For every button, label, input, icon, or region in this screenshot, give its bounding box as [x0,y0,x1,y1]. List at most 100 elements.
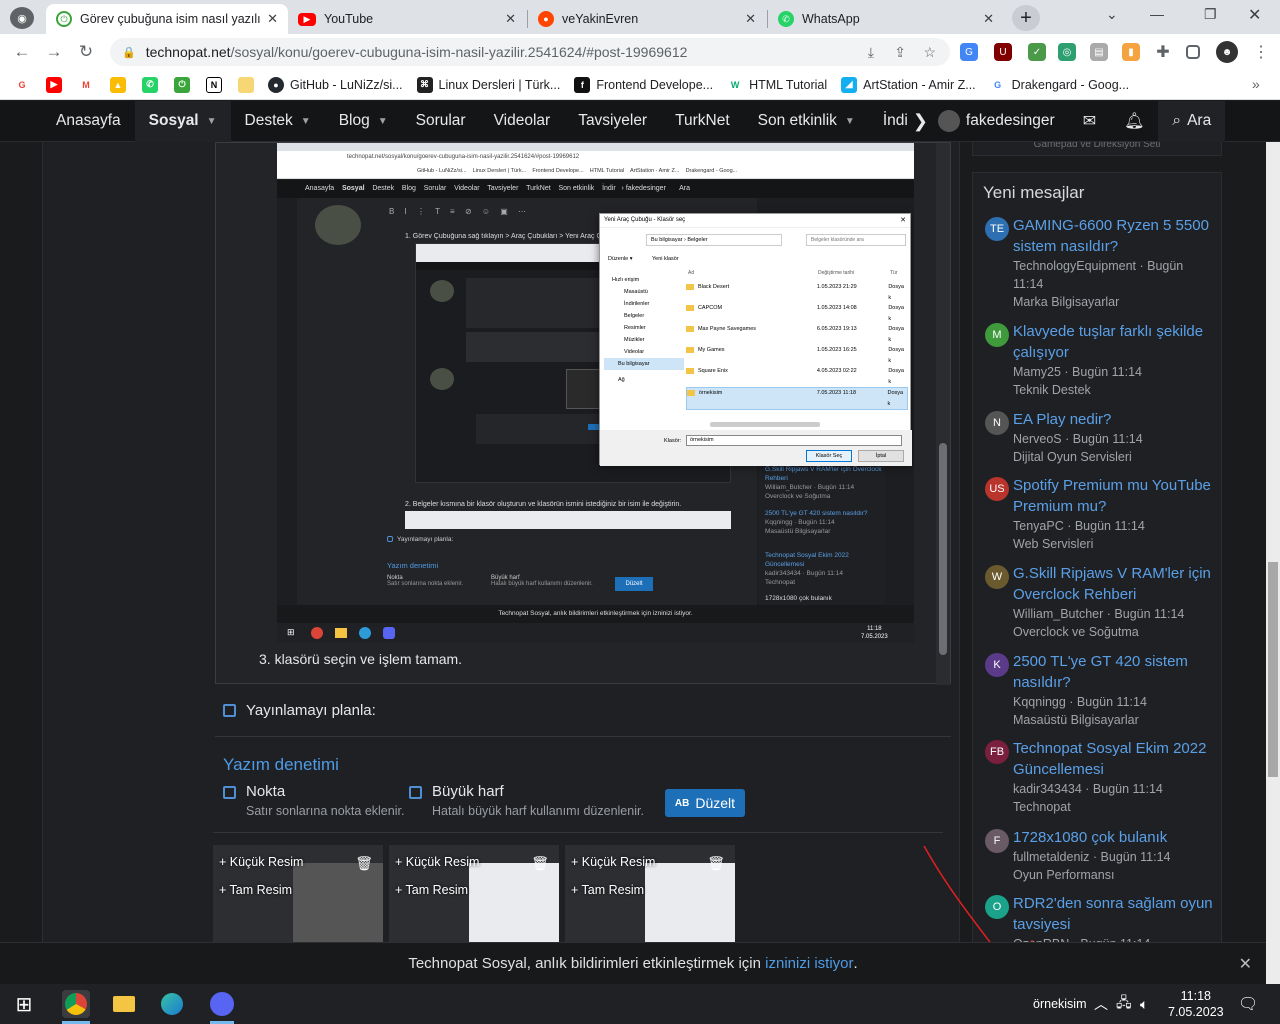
file-explorer-icon[interactable] [110,990,138,1018]
nav-sorular[interactable]: Sorular [402,101,480,142]
message-forum[interactable]: Dijital Oyun Servisleri [1013,448,1217,466]
user-menu[interactable]: fakedesinger [934,101,1069,142]
technopat-icon[interactable]: ⏻ [174,76,190,93]
horizontal-scrollbar[interactable] [710,422,820,427]
fix-button[interactable]: AB Düzelt [665,789,745,817]
tab-list-chevron-icon[interactable]: ⌄ [1106,6,1118,23]
new-tab-button[interactable]: + [1012,5,1040,31]
avatar[interactable]: M [985,323,1009,347]
nav-tavsiyeler[interactable]: Tavsiyeler [564,101,661,142]
bookmark-linux[interactable]: ⌘ Linux Dersleri | Türk... [416,76,560,93]
message-title[interactable]: 2500 TL'ye GT 420 sistem nasıldır? [1013,651,1217,693]
tab-whatsapp[interactable]: ✆ WhatsApp ✕ [768,4,1004,34]
insert-full-button[interactable]: + Tam Resim [571,883,644,897]
message-forum[interactable]: Marka Bilgisayarlar [1013,293,1217,311]
nav-destek[interactable]: Destek ▼ [231,101,325,142]
messages-icon[interactable]: ✉ [1069,101,1110,142]
trash-extension-icon[interactable]: ▮ [1122,43,1140,61]
insert-full-button[interactable]: + Tam Resim [395,883,468,897]
close-tab-icon[interactable]: ✕ [505,11,516,27]
tab-reddit[interactable]: ● veYakinEvren ✕ [528,4,766,34]
new-message-item[interactable]: M Klavyede tuşlar farklı şekilde çalışıyo… [985,321,1217,399]
reload-button[interactable]: ↻ [70,38,102,66]
message-title[interactable]: Technopat Sosyal Ekim 2022 Güncellemesi [1013,738,1217,780]
message-title[interactable]: G.Skill Ripjaws V RAM'ler için Overclock… [1013,563,1217,605]
new-message-item[interactable]: N EA Play nedir? NerveoS · Bugün 11:14 Diji… [985,409,1217,466]
nav-son-etkinlik[interactable]: Son etkinlik ▼ [744,101,869,142]
dialog-path[interactable]: Bu bilgisayar › Belgeler [646,234,782,246]
tab-youtube[interactable]: ▶ YouTube ✕ [288,4,526,34]
list-item[interactable]: Black Desert 1.05.2023 21:29 Dosya k [686,282,908,303]
message-title[interactable]: EA Play nedir? [1013,409,1217,430]
clock[interactable]: 11:18 7.05.2023 [1168,984,1224,1024]
list-item[interactable]: örnekisim 7.05.2023 11:18 Dosya k [686,387,908,410]
close-icon[interactable]: ✕ [1239,954,1252,974]
nav-indir[interactable]: İndir [869,101,907,142]
forward-button[interactable]: → [38,38,70,66]
chevron-down-icon[interactable]: ▼ [207,116,217,127]
nav-scroll-right-icon[interactable]: ❯ [907,111,934,132]
message-forum[interactable]: Technopat [1013,798,1217,816]
gmail-icon[interactable]: M [78,76,94,93]
bookmark-html-tutorial[interactable]: W HTML Tutorial [727,76,827,93]
message-forum[interactable]: Overclock ve Soğutma [1013,623,1217,641]
organize-button[interactable]: Düzenle ▾ [608,256,632,262]
cancel-button[interactable]: İptal [858,450,904,462]
menu-kebab-icon[interactable]: ⋮ [1252,43,1270,61]
notion-icon[interactable]: N [206,76,222,93]
windows-start-icon[interactable]: ⊞ [10,990,38,1018]
avatar[interactable]: TE [985,217,1009,241]
chevron-down-icon[interactable]: ▼ [378,116,388,127]
insert-thumbnail-button[interactable]: + Küçük Resim [219,855,303,869]
list-item[interactable]: Square Enix 4.05.2023 02:22 Dosya k [686,366,908,387]
whatsapp-icon[interactable]: ✆ [142,76,158,93]
close-tab-icon[interactable]: ✕ [745,11,756,27]
discord-icon[interactable] [208,990,236,1018]
minimize-button[interactable]: — [1150,6,1164,22]
editor-scrollbar[interactable] [936,143,950,685]
trash-icon[interactable]: 🗑︎ [707,855,725,872]
select-folder-button[interactable]: Klasör Seç [806,450,852,462]
share-icon[interactable]: ⇪ [894,44,906,61]
message-forum[interactable]: Teknik Destek [1013,381,1217,399]
insert-full-button[interactable]: + Tam Resim [219,883,292,897]
new-message-item[interactable]: FB Technopat Sosyal Ekim 2022 Güncellemes… [985,738,1217,816]
folder-icon[interactable] [238,76,254,93]
shield-extension-icon[interactable]: ✓ [1028,43,1046,61]
message-title[interactable]: GAMING-6600 Ryzen 5 5500 sistem nasıldır… [1013,215,1217,257]
notification-center-icon[interactable]: 🗨︎ [1238,984,1258,1024]
new-folder-button[interactable]: Yeni klasör [652,256,679,262]
more-bookmarks-button[interactable]: » [1252,76,1260,92]
message-title[interactable]: Klavyede tuşlar farklı şekilde çalışıyor [1013,321,1217,363]
custom-toolbar-label[interactable]: örnekisim [1033,984,1087,1024]
post-editor[interactable]: technopat.net/sosyal/konu/goerev-cubugun… [215,142,951,685]
dialog-search[interactable]: Belgeler klasöründe ara [806,234,906,246]
insert-thumbnail-button[interactable]: + Küçük Resim [395,855,479,869]
option-nokta[interactable]: Nokta Satır sonlarına nokta eklenir. [223,783,404,818]
nav-videolar[interactable]: Videolar [480,101,565,142]
message-title[interactable]: Spotify Premium mu YouTube Premium mu? [1013,475,1217,517]
bookmark-frontend[interactable]: f Frontend Develope... [574,76,713,93]
install-icon[interactable]: ⤓ [868,44,874,61]
option-buyuk-harf[interactable]: Büyük harf Hatalı büyük harf kullanımı d… [409,783,644,818]
volume-icon[interactable]: 🔈︎ [1140,984,1148,1024]
translate-extension-icon[interactable]: G [960,43,978,61]
restore-button[interactable]: ❐ [1204,6,1217,23]
bookmark-drakengard[interactable]: G Drakengard - Goog... [989,76,1129,93]
chrome-icon[interactable] [62,990,90,1018]
vpn-extension-icon[interactable]: ◎ [1058,43,1076,61]
new-message-item[interactable]: W G.Skill Ripjaws V RAM'ler için Overcloc… [985,563,1217,641]
nav-anasayfa[interactable]: Anasayfa [42,101,135,142]
network-icon[interactable]: 🖧 [1116,984,1132,1024]
avatar[interactable]: US [985,477,1009,501]
tab-search-button[interactable]: ◉ [10,7,34,29]
avatar[interactable]: N [985,411,1009,435]
new-message-item[interactable]: TE GAMING-6600 Ryzen 5 5500 sistem nasıld… [985,215,1217,311]
nav-blog[interactable]: Blog ▼ [325,101,402,142]
bookmark-artstation[interactable]: ◢ ArtStation - Amir Z... [841,76,976,93]
folder-name-field[interactable]: örnekisim [686,435,902,446]
bookmark-star-icon[interactable]: ☆ [923,44,936,61]
chevron-down-icon[interactable]: ▼ [845,116,855,127]
trash-icon[interactable]: 🗑︎ [355,855,373,872]
back-button[interactable]: ← [6,38,38,66]
